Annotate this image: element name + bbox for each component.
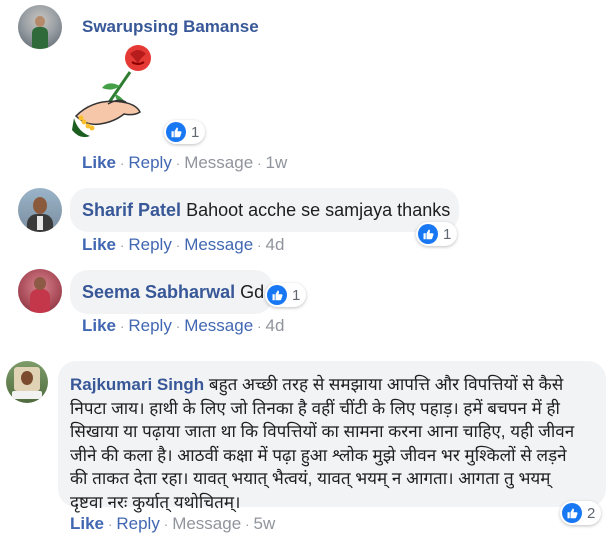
- reaction-badge[interactable]: 2: [560, 501, 602, 525]
- like-link[interactable]: Like: [70, 514, 104, 533]
- avatar[interactable]: [18, 5, 62, 49]
- reaction-badge[interactable]: 1: [164, 120, 206, 144]
- comment-text: Bahoot acche se samjaya thanks: [186, 200, 451, 220]
- message-link[interactable]: Message: [184, 235, 253, 254]
- avatar[interactable]: [18, 188, 62, 232]
- timestamp[interactable]: 1w: [266, 153, 288, 172]
- comment-text: Gd: [240, 282, 265, 302]
- reaction-count: 1: [292, 286, 301, 304]
- message-link[interactable]: Message: [172, 514, 241, 533]
- reply-link[interactable]: Reply: [128, 316, 171, 335]
- comment-text-line: दृष्टवा नरः कुर्यात् यथोचितम्।: [70, 492, 241, 512]
- hand-holding-rose-sticker: [72, 45, 151, 138]
- reaction-badge[interactable]: 1: [265, 283, 307, 307]
- like-icon: [166, 122, 186, 142]
- reply-link[interactable]: Reply: [128, 153, 171, 172]
- comment-author[interactable]: Seema Sabharwal: [82, 282, 235, 302]
- reply-link[interactable]: Reply: [128, 235, 171, 254]
- comment-body: Sharif Patel Bahoot acche se samjaya tha…: [82, 200, 450, 221]
- message-link[interactable]: Message: [184, 153, 253, 172]
- reaction-count: 1: [191, 123, 200, 141]
- comment-actions: Like · Reply · Message · 4d: [82, 235, 285, 254]
- timestamp[interactable]: 4d: [266, 316, 285, 335]
- comment-author[interactable]: Rajkumari Singh: [70, 375, 204, 394]
- comment-author[interactable]: Swarupsing Bamanse: [82, 17, 259, 37]
- comment-author[interactable]: Sharif Patel: [82, 200, 181, 220]
- comment-text-line: बहुत अच्छी तरह से समझाया आपत्ति और विपत्…: [208, 375, 564, 394]
- reaction-count: 2: [587, 504, 596, 522]
- comment-body: Rajkumari Singh बहुत अच्छी तरह से समझाया…: [70, 373, 590, 514]
- avatar[interactable]: [18, 269, 62, 313]
- like-icon: [562, 503, 582, 523]
- comment-actions: Like · Reply · Message · 5w: [70, 514, 276, 533]
- like-link[interactable]: Like: [82, 153, 116, 172]
- timestamp[interactable]: 5w: [254, 514, 276, 533]
- like-icon: [418, 224, 438, 244]
- like-link[interactable]: Like: [82, 235, 116, 254]
- timestamp[interactable]: 4d: [266, 235, 285, 254]
- comment-actions: Like · Reply · Message · 1w: [82, 153, 288, 172]
- reaction-badge[interactable]: 1: [416, 222, 458, 246]
- message-link[interactable]: Message: [184, 316, 253, 335]
- comment-actions: Like · Reply · Message · 4d: [82, 316, 285, 335]
- comment-text-line: जीने की कला है। आठवीं कक्षा में पढ़ा हुआ…: [70, 445, 567, 465]
- comment-body: Seema Sabharwal Gd: [82, 282, 264, 303]
- like-icon: [267, 285, 287, 305]
- reaction-count: 1: [443, 225, 452, 243]
- comment-text-line: सिखाया या पढ़ाया जाता था कि विपत्तियों क…: [70, 422, 575, 441]
- reply-link[interactable]: Reply: [116, 514, 159, 533]
- comment-text-line: की ताकत देता रहा। यावत् भयात् भैत्वयं, य…: [70, 469, 551, 488]
- comment-text-line: निपटा जाय। हाथी के लिए जो तिनका है वहीं …: [70, 398, 560, 418]
- like-link[interactable]: Like: [82, 316, 116, 335]
- avatar[interactable]: [6, 361, 48, 403]
